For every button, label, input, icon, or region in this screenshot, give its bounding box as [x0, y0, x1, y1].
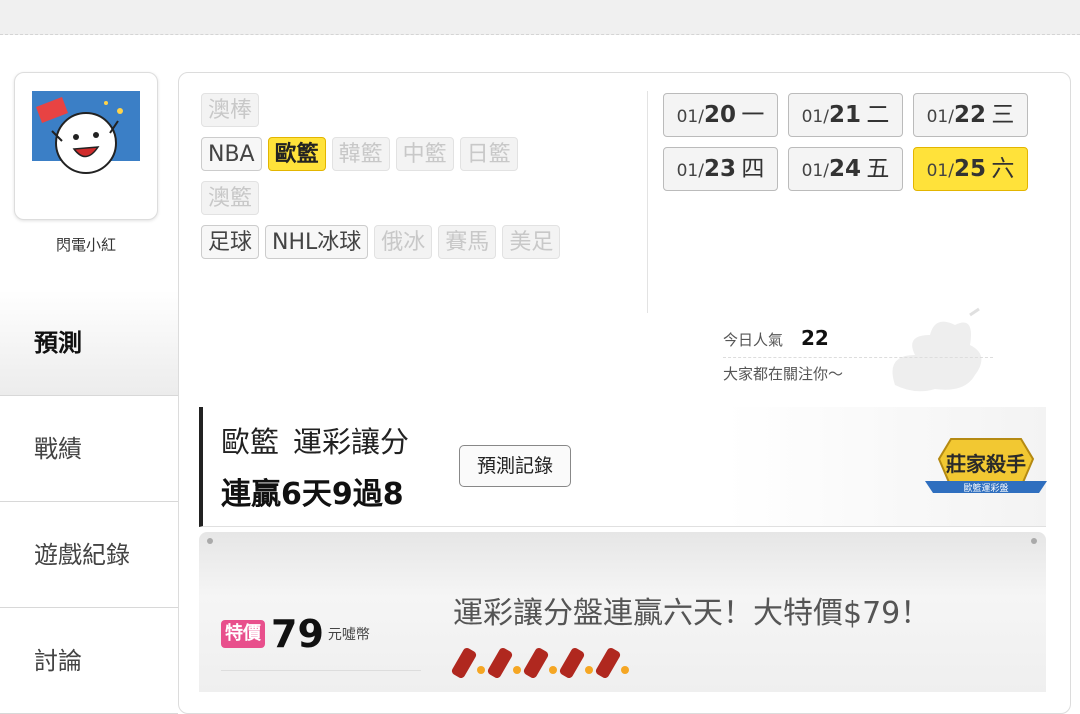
prediction-record-button[interactable]: 預測記錄 — [459, 445, 571, 487]
nav-game-history[interactable]: 遊戲紀錄 — [0, 502, 178, 608]
date-weekday: 二 — [866, 102, 890, 128]
league-tabs: 澳棒 NBA 歐籃 韓籃 中籃 日籃 澳籃 足球 NHL冰球 俄冰 賽馬 美足 — [201, 93, 631, 269]
special-price-tag: 特價 — [221, 620, 265, 648]
price-divider — [221, 670, 421, 671]
headline-league: 歐籃 — [221, 425, 280, 459]
date-day: 21 — [828, 102, 861, 128]
badge-title: 莊家殺手 — [946, 452, 1026, 476]
firecrackers-icon — [451, 647, 629, 678]
date-day: 22 — [953, 102, 986, 128]
tab-horse-racing[interactable]: 賽馬 — [438, 225, 497, 259]
price[interactable]: 特價 79 元噓幣 — [221, 612, 370, 656]
nav-predict[interactable]: 預測 — [0, 290, 178, 396]
bookmaker-killer-badge-icon: 莊家殺手 歐籃運彩盤 — [925, 438, 1047, 494]
popularity-line: 今日人氣 22 — [723, 323, 993, 353]
tab-au-baseball[interactable]: 澳棒 — [201, 93, 260, 127]
headline-market: 運彩讓分 — [293, 425, 410, 459]
popularity-note: 大家都在關注你～ — [723, 357, 993, 390]
prediction-headline: 歐籃 運彩讓分 連贏6天9過8 預測記錄 莊家殺手 歐籃運彩盤 — [199, 407, 1047, 527]
date-day: 23 — [703, 156, 736, 182]
price-unit: 元噓幣 — [327, 627, 370, 643]
date-day: 20 — [703, 102, 736, 128]
promo-box: 特價 79 元噓幣 運彩讓分盤連贏六天！大特價$79！ — [199, 532, 1046, 692]
tabs-divider — [647, 91, 648, 313]
avatar[interactable] — [14, 72, 158, 220]
username: 閃電小紅 — [55, 236, 116, 254]
corner-dot — [207, 538, 213, 544]
date-weekday: 五 — [866, 156, 890, 182]
tab-us-football[interactable]: 美足 — [502, 225, 561, 259]
popularity-value: 22 — [801, 326, 829, 350]
left-nav: 預測 戰績 遊戲紀錄 討論 — [0, 290, 178, 714]
tab-nba[interactable]: NBA — [201, 137, 262, 171]
date-0124[interactable]: 01/24 五 — [788, 147, 903, 191]
date-0121[interactable]: 01/21 二 — [788, 93, 903, 137]
promo-text: 運彩讓分盤連贏六天！大特價$79！ — [453, 596, 931, 631]
date-0120[interactable]: 01/20 一 — [663, 93, 778, 137]
date-weekday: 三 — [991, 102, 1015, 128]
date-month: 01/ — [801, 161, 829, 181]
popularity-label: 今日人氣 — [723, 331, 784, 349]
date-month: 01/ — [801, 107, 829, 127]
tab-jp-basketball[interactable]: 日籃 — [459, 137, 518, 171]
date-day: 24 — [828, 156, 861, 182]
date-0122[interactable]: 01/22 三 — [913, 93, 1028, 137]
nav-discussion[interactable]: 討論 — [0, 608, 178, 714]
date-month: 01/ — [926, 107, 954, 127]
tab-cn-basketball[interactable]: 中籃 — [395, 137, 454, 171]
tab-soccer[interactable]: 足球 — [201, 225, 260, 259]
corner-dot — [1031, 538, 1037, 544]
top-banner — [0, 0, 1080, 35]
tab-ru-hockey[interactable]: 俄冰 — [374, 225, 433, 259]
headline-title: 歐籃 運彩讓分 — [221, 419, 423, 461]
tab-au-basketball[interactable]: 澳籃 — [201, 181, 260, 215]
date-month: 01/ — [676, 107, 704, 127]
avatar-image — [32, 91, 140, 199]
badge-sub: 歐籃運彩盤 — [963, 482, 1008, 494]
tab-nhl[interactable]: NHL冰球 — [265, 225, 369, 259]
date-weekday: 一 — [741, 102, 765, 128]
tab-eu-basketball[interactable]: 歐籃 — [267, 137, 326, 171]
headline-streak: 連贏6天9過8 — [221, 477, 404, 512]
date-month: 01/ — [676, 161, 704, 181]
nav-record[interactable]: 戰績 — [0, 396, 178, 502]
tab-kr-basketball[interactable]: 韓籃 — [331, 137, 390, 171]
date-picker: 01/20 一 01/21 二 01/22 三 01/23 四 01/24 五 … — [663, 93, 1028, 201]
date-weekday: 四 — [741, 156, 765, 182]
popularity-box: 今日人氣 22 大家都在關注你～ — [723, 323, 993, 390]
price-value: 79 — [271, 612, 324, 656]
date-day: 25 — [953, 156, 986, 182]
date-month: 01/ — [926, 161, 954, 181]
date-0123[interactable]: 01/23 四 — [663, 147, 778, 191]
date-0125[interactable]: 01/25 六 — [913, 147, 1028, 191]
date-weekday: 六 — [991, 156, 1015, 182]
